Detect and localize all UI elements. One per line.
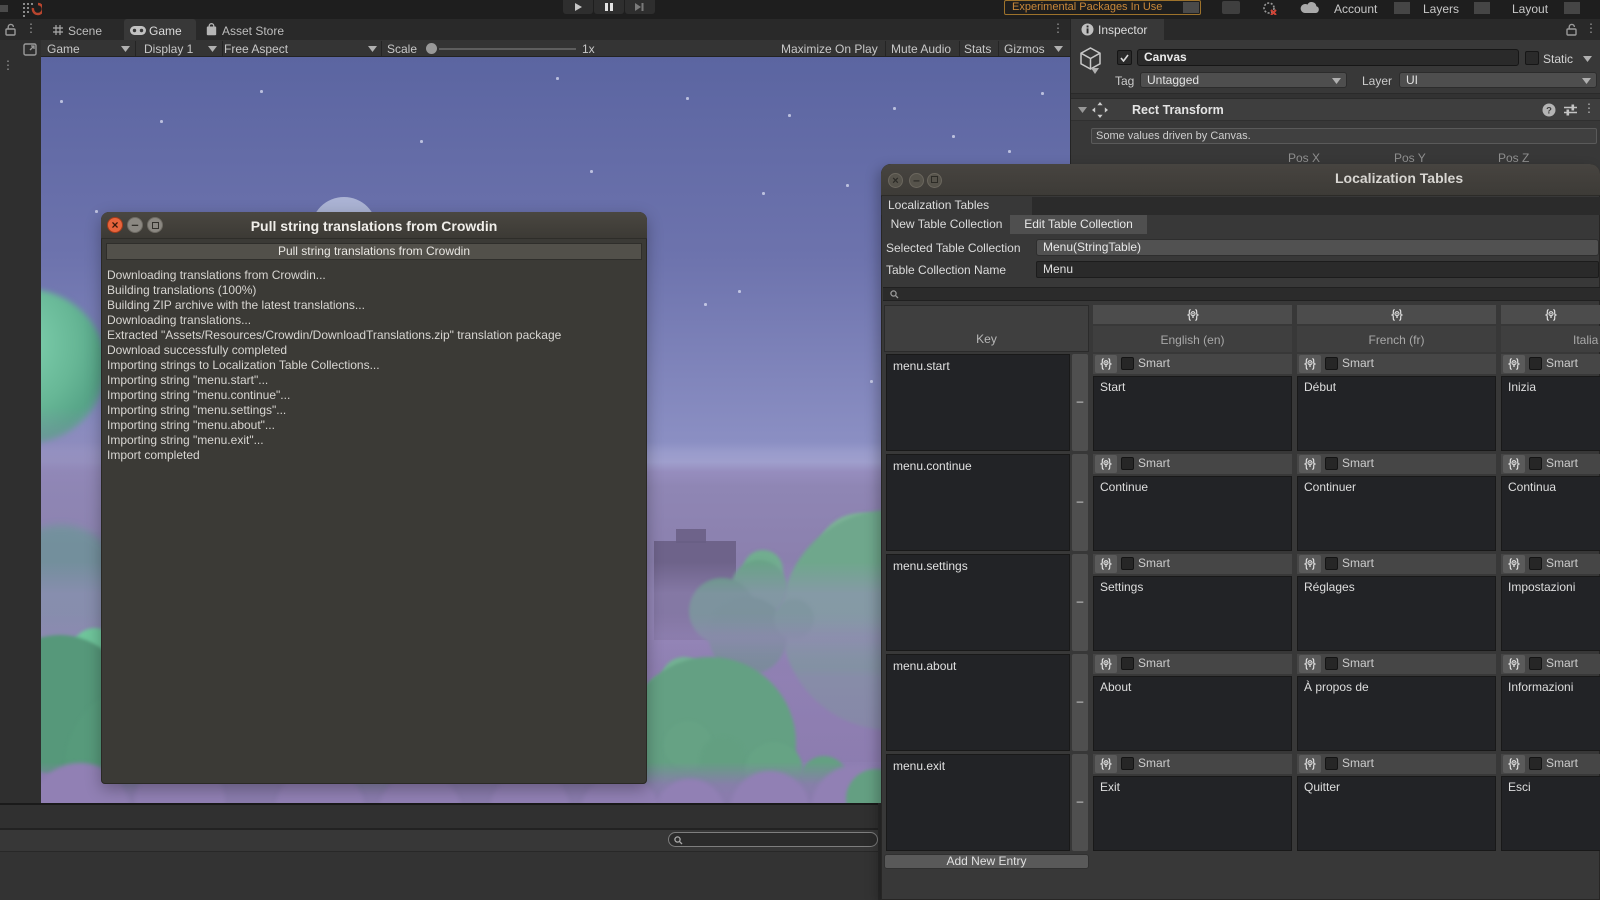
svg-text:?: ? <box>1546 105 1552 116</box>
